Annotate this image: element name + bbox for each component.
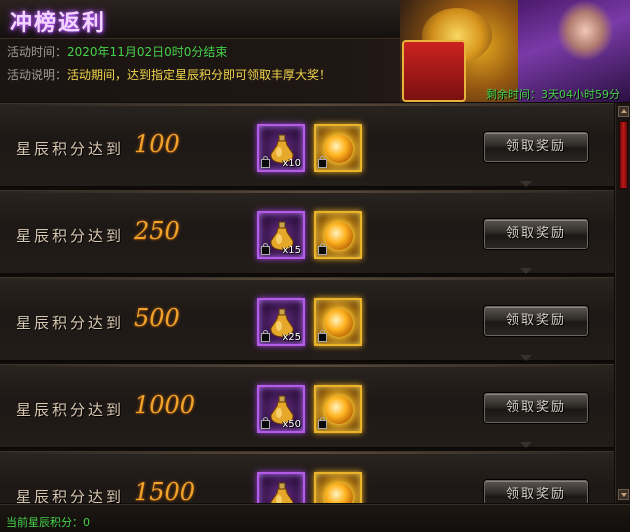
event-time-label: 活动时间： [7,45,68,59]
golden-orb-icon [325,483,353,503]
requirement-value: 100 [134,130,180,158]
item-count: x25 [282,332,301,343]
page-title: 冲榜返利 [10,10,107,36]
lock-icon [318,156,327,168]
item-count: x10 [282,158,301,169]
treasure-chest-art [402,40,466,102]
scroll-down-arrow-icon[interactable] [618,489,629,500]
item-count: x15 [282,245,301,256]
reward-item-slot[interactable] [314,472,362,503]
reward-item-slot[interactable]: x50 [257,385,305,433]
reward-item-slot[interactable]: x15 [257,211,305,259]
claim-reward-button[interactable]: 领取奖励 [484,132,588,162]
reward-item-slot[interactable] [314,124,362,172]
lock-icon [261,417,270,429]
reward-item-slot[interactable] [314,298,362,346]
event-description-value: 活动期间，达到指定星辰积分即可领取丰厚大奖！ [67,68,332,82]
claim-reward-button[interactable]: 领取奖励 [484,480,588,503]
item-count: x50 [282,419,301,430]
event-time: 活动时间：2020年11月02日0时0分结束 [7,43,227,60]
golden-orb-icon [325,309,353,337]
golden-orb-icon [325,396,353,424]
row-divider-arrow [520,181,532,187]
panel-header: 冲榜返利 活动时间：2020年11月02日0时0分结束 活动说明：活动期间，达到… [0,0,630,102]
row-divider-arrow [520,355,532,361]
claim-reward-button[interactable]: 领取奖励 [484,219,588,249]
requirement-label: 星辰积分达到 [16,314,125,332]
requirement-label: 星辰积分达到 [16,227,125,245]
lock-icon [318,243,327,255]
requirement-label: 星辰积分达到 [16,140,125,158]
requirement-label: 星辰积分达到 [16,401,125,419]
title-band: 冲榜返利 [0,0,400,39]
reward-item-slot[interactable] [314,211,362,259]
current-points: 当前星辰积分：0 [6,516,90,529]
row-divider-arrow [520,442,532,448]
reward-row: 星辰积分达到 1000 x50 领取奖励 [0,364,614,448]
reward-row: 星辰积分达到 1500 领取奖励 [0,451,614,503]
lock-icon [318,330,327,342]
lock-icon [318,417,327,429]
reward-row: 星辰积分达到 100 x10 领取奖励 [0,103,614,187]
row-divider-arrow [520,268,532,274]
event-time-value: 2020年11月02日0时0分结束 [67,45,228,59]
reward-row: 星辰积分达到 500 x25 领取奖励 [0,277,614,361]
reward-row: 星辰积分达到 250 x15 领取奖励 [0,190,614,274]
event-panel: 冲榜返利 活动时间：2020年11月02日0时0分结束 活动说明：活动期间，达到… [0,0,630,532]
lock-icon [261,243,270,255]
scrollbar[interactable] [615,103,630,503]
lock-icon [261,330,270,342]
remaining-time: 剩余时间：3天04小时59分 [486,88,620,101]
requirement-value: 1000 [134,391,196,419]
reward-item-slot[interactable] [257,472,305,503]
claim-reward-button[interactable]: 领取奖励 [484,393,588,423]
requirement-value: 250 [134,217,180,245]
reward-item-slot[interactable]: x25 [257,298,305,346]
claim-reward-button[interactable]: 领取奖励 [484,306,588,336]
golden-orb-icon [325,135,353,163]
lock-icon [261,156,270,168]
requirement-value: 500 [134,304,180,332]
golden-orb-icon [325,222,353,250]
reward-list: 星辰积分达到 100 x10 领取奖励 星辰积分达到 250 x15 领取奖励 … [0,103,614,503]
scroll-thumb[interactable] [619,121,628,189]
requirement-label: 星辰积分达到 [16,488,125,503]
event-description-label: 活动说明： [7,68,68,82]
panel-footer: 当前星辰积分：0 [0,504,630,532]
requirement-value: 1500 [134,478,196,503]
event-description: 活动说明：活动期间，达到指定星辰积分即可领取丰厚大奖！ [7,66,331,83]
reward-item-slot[interactable]: x10 [257,124,305,172]
potion-icon [270,482,294,503]
scroll-up-arrow-icon[interactable] [618,106,629,117]
reward-item-slot[interactable] [314,385,362,433]
